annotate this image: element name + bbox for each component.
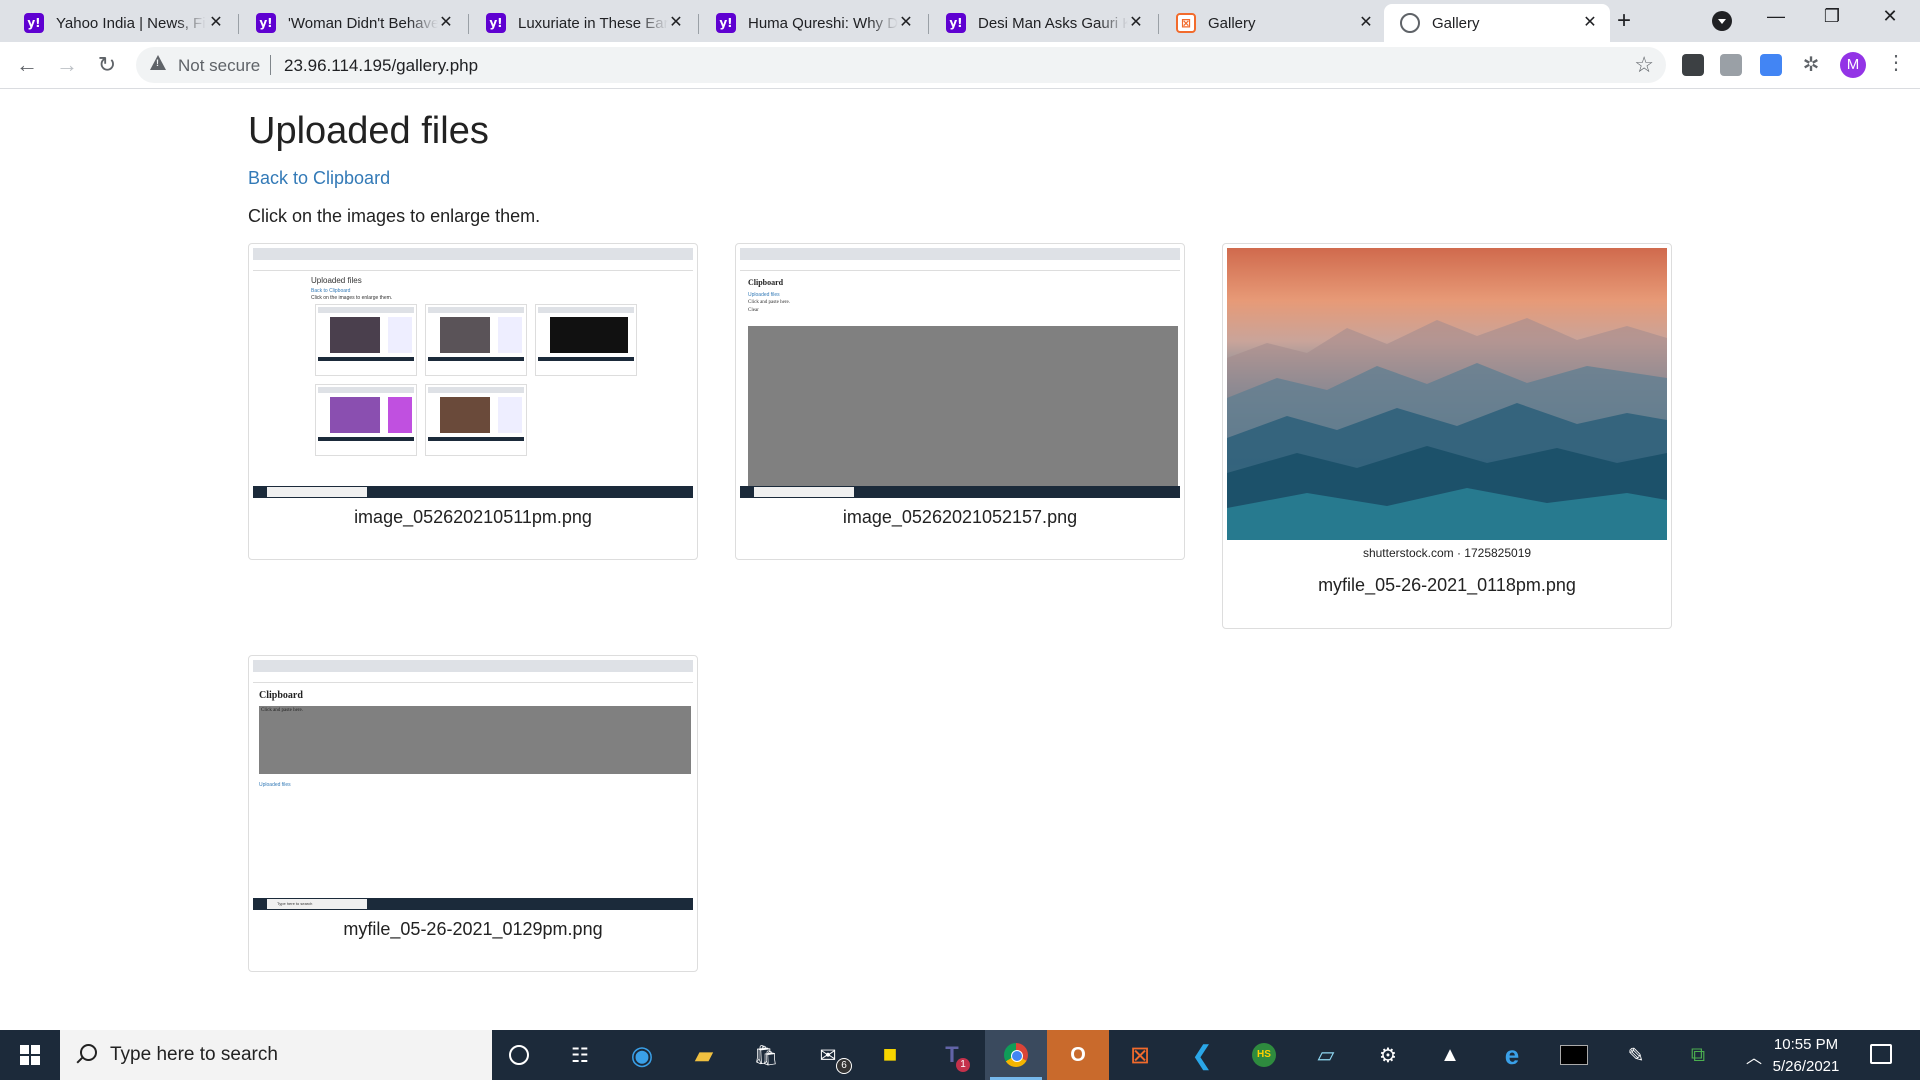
profile-avatar[interactable]: M: [1840, 52, 1866, 78]
restore-icon[interactable]: ❐: [1812, 6, 1852, 27]
instructions-text: Click on the images to enlarge them.: [248, 206, 541, 226]
hs-app-icon[interactable]: HS: [1249, 1040, 1279, 1070]
image-card-4[interactable]: Clipboard Click and paste here. Uploaded…: [248, 655, 698, 972]
search-icon: [80, 1044, 97, 1061]
tab-huma-qureshi[interactable]: y! Huma Qureshi: Why Did She ✕: [700, 4, 926, 42]
back-icon[interactable]: ←: [12, 50, 42, 80]
xampp-icon: ⊠: [1176, 13, 1196, 33]
tab-title: Desi Man Asks Gauri Khan: [978, 14, 1128, 32]
internet-explorer-icon[interactable]: e: [1497, 1040, 1527, 1070]
wordpad-icon[interactable]: ✎: [1621, 1040, 1651, 1070]
windows-taskbar: Type here to search ☷ ◉ ▰ 🛍 ✉ 6 ■ T 1 O …: [0, 1030, 1920, 1080]
yahoo-icon: y!: [486, 13, 506, 33]
image-thumbnail[interactable]: Uploaded files Back to Clipboard Click o…: [253, 248, 693, 498]
task-view-icon[interactable]: ☷: [565, 1040, 595, 1070]
yahoo-icon: y!: [24, 13, 44, 33]
windows-start-icon[interactable]: [0, 1030, 60, 1080]
system-clock[interactable]: 10:55 PM 5/26/2021: [1758, 1034, 1854, 1078]
tab-title: Luxuriate in These Earrings: [518, 14, 668, 32]
image-card-2[interactable]: Clipboard Uploaded files Click and paste…: [735, 243, 1185, 560]
tab-strip: y! Yahoo India | News, Finance, Cricket …: [0, 0, 1920, 42]
menu-kebab-icon[interactable]: ⋮: [1886, 50, 1906, 75]
url-text[interactable]: 23.96.114.195/gallery.php: [284, 56, 478, 76]
close-tab-icon[interactable]: ✕: [666, 13, 686, 33]
tab-title: 'Woman Didn't Behave Like This': [288, 14, 438, 32]
image-thumbnail[interactable]: shutterstock.com · 1725825019: [1227, 248, 1667, 566]
close-tab-icon[interactable]: ✕: [206, 13, 226, 33]
close-tab-icon[interactable]: ✕: [1126, 13, 1146, 33]
taskbar-search-box[interactable]: Type here to search: [60, 1030, 492, 1080]
file-explorer-icon[interactable]: ▰: [689, 1040, 719, 1070]
tab-yahoo-india[interactable]: y! Yahoo India | News, Finance, Cricket …: [8, 4, 236, 42]
tab-gallery-active[interactable]: Gallery ✕: [1384, 4, 1610, 42]
clock-date: 5/26/2021: [1772, 1058, 1840, 1075]
page-title: Uploaded files: [248, 110, 489, 152]
extensions-puzzle-icon[interactable]: ✲: [1800, 54, 1822, 76]
yahoo-icon: y!: [946, 13, 966, 33]
mountain-landscape-image[interactable]: [1227, 248, 1667, 540]
tab-title: Yahoo India | News, Finance, Cricket: [56, 14, 206, 32]
yahoo-icon: y!: [716, 13, 736, 33]
bookmark-star-icon[interactable]: ☆: [1634, 52, 1654, 78]
image-thumbnail[interactable]: Clipboard Click and paste here. Uploaded…: [253, 660, 693, 910]
cortana-icon[interactable]: [504, 1040, 534, 1070]
edge-icon[interactable]: ◉: [627, 1040, 657, 1070]
browser-toolbar: ← → ↻ Not secure 23.96.114.195/gallery.p…: [0, 42, 1920, 89]
image-filename: myfile_05-26-2021_0118pm.png: [1318, 575, 1576, 595]
image-filename: image_05262021052157.png: [842, 507, 1078, 527]
chrome-icon[interactable]: [1001, 1040, 1031, 1070]
notification-center-icon[interactable]: [1870, 1044, 1892, 1064]
tab-luxuriate[interactable]: y! Luxuriate in These Earrings ✕: [470, 4, 696, 42]
close-tab-icon[interactable]: ✕: [896, 13, 916, 33]
warning-icon[interactable]: [150, 55, 166, 70]
tab-title: Gallery: [1432, 14, 1480, 32]
xampp-icon[interactable]: ⊠: [1125, 1040, 1155, 1070]
image-card-1[interactable]: Uploaded files Back to Clipboard Click o…: [248, 243, 698, 560]
image-filename: image_052620210511pm.png: [354, 507, 592, 527]
minimize-icon[interactable]: —: [1756, 6, 1796, 27]
security-label[interactable]: Not secure: [178, 56, 260, 76]
sticky-notes-icon[interactable]: ■: [875, 1040, 905, 1070]
image-thumbnail[interactable]: Clipboard Uploaded files Click and paste…: [740, 248, 1180, 498]
close-window-icon[interactable]: ✕: [1870, 6, 1910, 27]
clock-time: 10:55 PM: [1773, 1036, 1839, 1053]
forward-icon[interactable]: →: [52, 50, 82, 80]
translate-icon[interactable]: [1760, 54, 1782, 76]
image-watermark: shutterstock.com · 1725825019: [1227, 540, 1667, 566]
extension-icon[interactable]: [1720, 54, 1742, 76]
image-card-3[interactable]: shutterstock.com · 1725825019 myfile_05-…: [1222, 243, 1672, 629]
tab-title: Huma Qureshi: Why Did She: [748, 14, 898, 32]
network-app-icon[interactable]: ⧉: [1683, 1040, 1713, 1070]
tab-woman-didnt-behave[interactable]: y! 'Woman Didn't Behave Like This' ✕: [240, 4, 466, 42]
yahoo-icon: y!: [256, 13, 276, 33]
back-to-clipboard-link[interactable]: Back to Clipboard: [248, 168, 390, 189]
notepad-app-icon[interactable]: ▱: [1311, 1040, 1341, 1070]
settings-gear-icon[interactable]: ⚙: [1373, 1040, 1403, 1070]
globe-icon: [1400, 13, 1420, 33]
image-filename: myfile_05-26-2021_0129pm.png: [343, 919, 603, 939]
tab-search-icon[interactable]: [1712, 11, 1732, 31]
outlook-icon[interactable]: O: [1063, 1040, 1093, 1070]
tab-desi-man[interactable]: y! Desi Man Asks Gauri Khan ✕: [930, 4, 1156, 42]
close-tab-icon[interactable]: ✕: [1580, 13, 1600, 33]
close-tab-icon[interactable]: ✕: [1356, 13, 1376, 33]
extension-icon[interactable]: [1682, 54, 1704, 76]
new-tab-icon[interactable]: +: [1610, 8, 1638, 36]
reload-icon[interactable]: ↻: [92, 50, 122, 80]
command-prompt-icon[interactable]: [1559, 1040, 1589, 1070]
photos-icon[interactable]: ▲: [1435, 1040, 1465, 1070]
taskbar-search-placeholder: Type here to search: [110, 1044, 278, 1065]
teams-badge: 1: [956, 1058, 970, 1072]
tab-title: Gallery: [1208, 14, 1256, 32]
vscode-icon[interactable]: ❮: [1187, 1040, 1217, 1070]
mail-badge: 6: [836, 1058, 852, 1074]
store-icon[interactable]: 🛍: [751, 1040, 781, 1070]
tab-gallery-1[interactable]: ⊠ Gallery ✕: [1160, 4, 1386, 42]
close-tab-icon[interactable]: ✕: [436, 13, 456, 33]
address-bar[interactable]: Not secure 23.96.114.195/gallery.php ☆: [136, 47, 1666, 83]
